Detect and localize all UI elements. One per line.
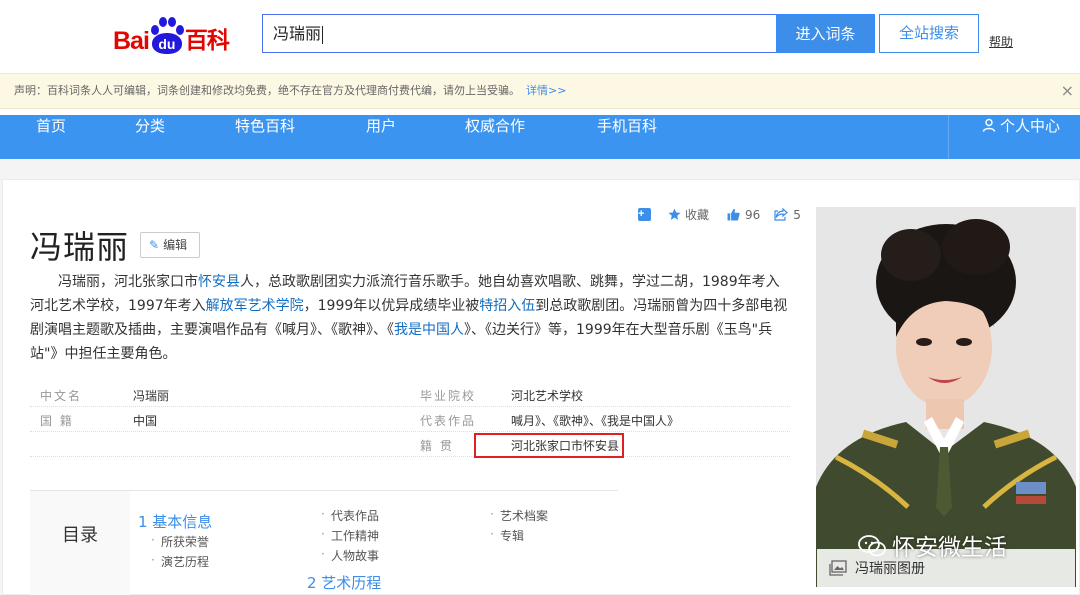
enter-entry-button[interactable]: 进入词条 bbox=[776, 14, 875, 53]
highlight-box bbox=[474, 433, 624, 458]
info-key-chinese-name: 中文名 bbox=[40, 389, 83, 403]
share-button[interactable]: 5 bbox=[774, 208, 801, 222]
summary-text: 冯瑞丽，河北张家口市 bbox=[58, 274, 198, 290]
logo-bai-text: Bai bbox=[113, 27, 150, 55]
like-button[interactable]: 96 bbox=[727, 208, 760, 222]
entry-toolbar: + 收藏 96 5 bbox=[638, 206, 801, 223]
info-row: 国 籍 中国 代表作品 喊月》、《歌神》、《我是中国人》 bbox=[30, 407, 790, 432]
table-of-contents: 目录 1 基本信息 所获荣誉 演艺历程 代表作品 工作精神 人物故事 2 艺术历… bbox=[30, 490, 618, 595]
nav-item-home[interactable]: 首页 bbox=[36, 115, 66, 159]
toc-item-basic-info[interactable]: 1 基本信息 bbox=[138, 511, 212, 532]
pencil-icon: ✎ bbox=[149, 238, 160, 252]
collect-button[interactable]: 收藏 bbox=[668, 206, 709, 223]
info-value-works: 喊月》、《歌神》、《我是中国人》 bbox=[511, 414, 680, 428]
info-key-nationality: 国 籍 bbox=[40, 414, 74, 428]
help-link[interactable]: 帮助 bbox=[989, 33, 1013, 50]
like-count: 96 bbox=[745, 207, 761, 222]
star-icon bbox=[668, 208, 681, 220]
nav-item-mobile[interactable]: 手机百科 bbox=[597, 115, 657, 159]
share-icon bbox=[774, 208, 789, 221]
link-huaian-county[interactable]: 怀安县 bbox=[198, 274, 240, 290]
share-count: 5 bbox=[793, 207, 801, 222]
user-center-link[interactable]: 个人中心 bbox=[982, 115, 1060, 159]
info-key-works: 代表作品 bbox=[420, 414, 477, 428]
image-gallery-icon bbox=[829, 560, 847, 576]
nav-item-users[interactable]: 用户 bbox=[366, 115, 396, 159]
link-i-am-chinese[interactable]: 我是中国人 bbox=[394, 322, 464, 338]
user-center-label: 个人中心 bbox=[999, 117, 1060, 135]
close-icon[interactable]: × bbox=[1061, 74, 1074, 108]
user-icon bbox=[982, 118, 996, 132]
baike-page: Bai du 百科 冯瑞丽 进入词条 全站搜索 帮助 声明：百科词条人人可编辑，… bbox=[0, 0, 1080, 595]
toc-item-stories[interactable]: 人物故事 bbox=[321, 547, 379, 564]
baidu-baike-logo[interactable]: Bai du 百科 bbox=[113, 8, 230, 56]
main-nav: 首页 分类 特色百科 用户 权威合作 手机百科 个人中心 bbox=[0, 115, 1080, 159]
logo-baike-text: 百科 bbox=[184, 28, 230, 54]
plus-square-icon: + bbox=[638, 208, 651, 221]
details-link[interactable]: 详情>> bbox=[526, 84, 566, 97]
search-input-value: 冯瑞丽 bbox=[273, 24, 322, 43]
nav-item-category[interactable]: 分类 bbox=[135, 115, 165, 159]
link-pla-arts-academy[interactable]: 解放军艺术学院 bbox=[206, 298, 304, 314]
edit-button[interactable]: ✎ 编辑 bbox=[140, 232, 200, 258]
site-search-button[interactable]: 全站搜索 bbox=[879, 14, 979, 53]
text-caret bbox=[322, 25, 324, 44]
nav-item-featured[interactable]: 特色百科 bbox=[235, 115, 295, 159]
toc-label: 目录 bbox=[30, 491, 130, 595]
toc-item-honors[interactable]: 所获荣誉 bbox=[151, 533, 209, 550]
edit-label: 编辑 bbox=[163, 238, 188, 252]
header: Bai du 百科 冯瑞丽 进入词条 全站搜索 帮助 bbox=[0, 0, 1080, 74]
thumbs-up-icon bbox=[727, 208, 740, 221]
info-value-nationality: 中国 bbox=[133, 414, 158, 428]
wechat-icon bbox=[858, 535, 886, 557]
link-special-enlistment[interactable]: 特招入伍 bbox=[479, 298, 535, 314]
nav-divider bbox=[948, 115, 949, 159]
toc-item-archive[interactable]: 艺术档案 bbox=[490, 507, 548, 524]
basic-info-box: 中文名 冯瑞丽 毕业院校 河北艺术学校 国 籍 中国 代表作品 喊月》、《歌神》… bbox=[30, 382, 790, 457]
add-button[interactable]: + bbox=[638, 208, 651, 221]
logo-du-text: du bbox=[151, 33, 182, 54]
entry-summary: 冯瑞丽，河北张家口市怀安县人，总政歌剧团实力派流行音乐歌手。她自幼喜欢唱歌、跳舞… bbox=[30, 270, 790, 366]
collect-label: 收藏 bbox=[685, 208, 710, 222]
info-row: 籍 贯 河北张家口市怀安县 bbox=[30, 432, 790, 457]
album-caption-text: 冯瑞丽图册 bbox=[855, 561, 925, 577]
disclaimer-text: 声明：百科词条人人可编辑，词条创建和修改均免费，绝不存在官方及代理商付费代编，请… bbox=[14, 84, 520, 97]
entry-title: 冯瑞丽 bbox=[30, 228, 130, 266]
disclaimer-banner: 声明：百科词条人人可编辑，词条创建和修改均免费，绝不存在官方及代理商付费代编，请… bbox=[0, 73, 1080, 109]
baidu-paw-icon: du bbox=[150, 16, 184, 56]
info-value-school[interactable]: 河北艺术学校 bbox=[511, 387, 583, 404]
toc-item-career[interactable]: 演艺历程 bbox=[151, 553, 209, 570]
toc-item-spirit[interactable]: 工作精神 bbox=[321, 527, 379, 544]
info-key-native-place: 籍 贯 bbox=[420, 439, 454, 453]
search-input[interactable]: 冯瑞丽 bbox=[262, 14, 776, 53]
info-value-chinese-name: 冯瑞丽 bbox=[133, 389, 170, 403]
toc-item-works[interactable]: 代表作品 bbox=[321, 507, 379, 524]
toc-item-albums[interactable]: 专辑 bbox=[490, 527, 524, 544]
summary-text: ，1999年以优异成绩毕业被 bbox=[303, 298, 480, 314]
watermark-text: 怀安微生活 bbox=[892, 535, 1007, 561]
info-row: 中文名 冯瑞丽 毕业院校 河北艺术学校 bbox=[30, 382, 790, 407]
wechat-watermark: 怀安微生活 bbox=[858, 528, 1007, 562]
info-key-school: 毕业院校 bbox=[420, 389, 477, 403]
toc-item-art-career[interactable]: 2 艺术历程 bbox=[307, 572, 381, 593]
nav-item-authority[interactable]: 权威合作 bbox=[465, 115, 525, 159]
